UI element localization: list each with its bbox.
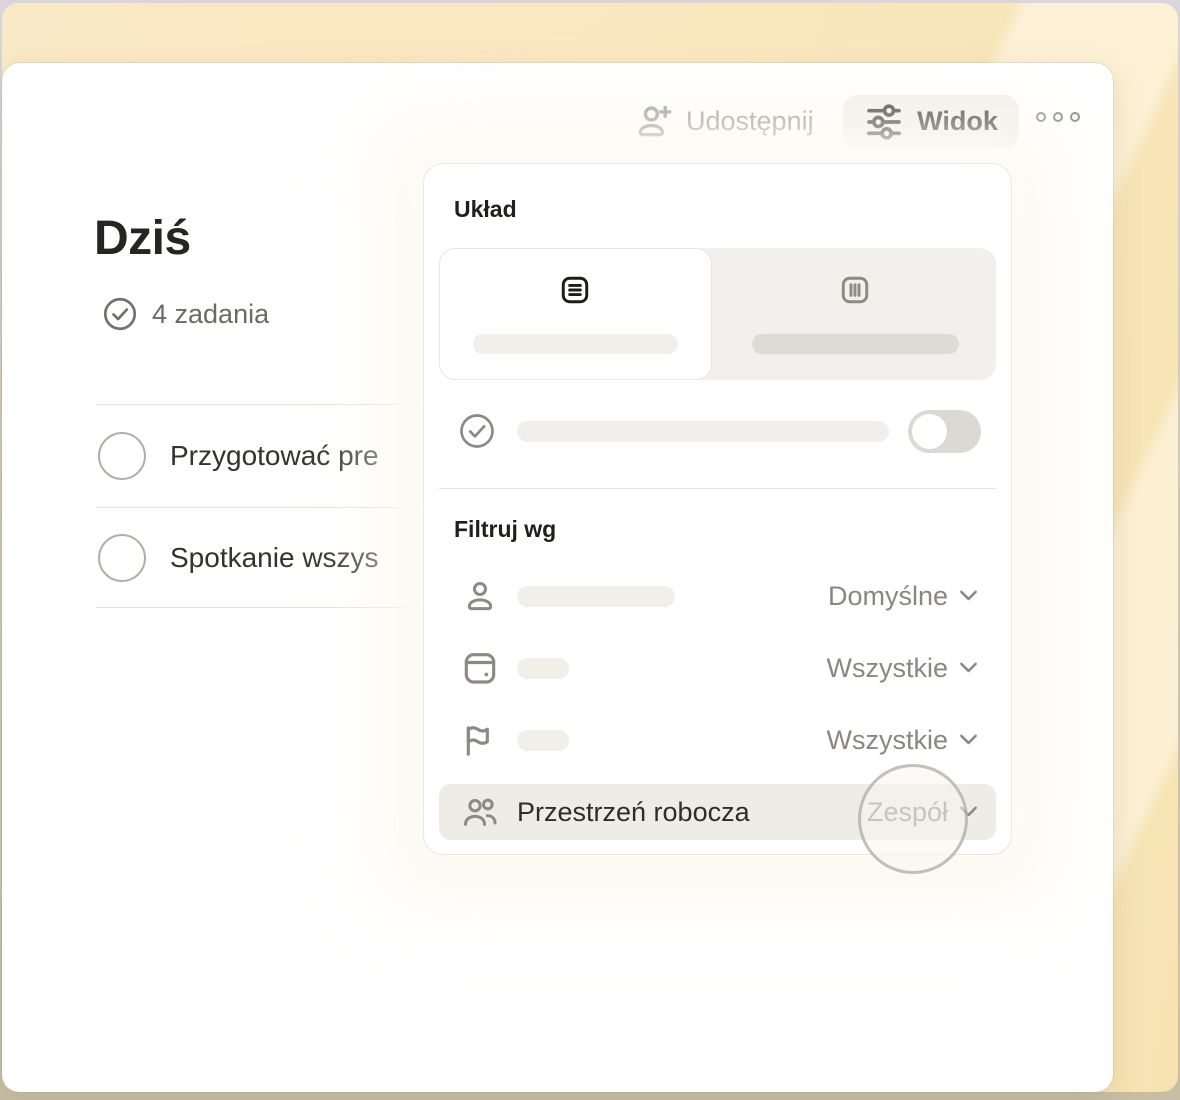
filter-dropdown[interactable]: Domyślne bbox=[828, 581, 978, 612]
share-label: Udostępnij bbox=[686, 105, 814, 136]
page-title: Dziś bbox=[94, 212, 191, 265]
filter-dropdown[interactable]: Wszystkie bbox=[827, 653, 979, 684]
task-count: 4 zadania bbox=[101, 295, 269, 333]
filter-label-placeholder-bar bbox=[517, 657, 569, 679]
board-option-placeholder-bar bbox=[752, 334, 959, 354]
person-icon bbox=[460, 576, 500, 616]
layout-heading: Układ bbox=[454, 196, 517, 222]
popup-divider bbox=[439, 488, 996, 489]
switch-knob bbox=[912, 414, 947, 449]
filter-value: Domyślne bbox=[827, 580, 948, 611]
ellipsis-icon bbox=[1053, 112, 1063, 122]
task-count-label: 4 zadania bbox=[152, 298, 270, 329]
toggle-switch-off[interactable] bbox=[908, 410, 981, 453]
filter-row-assignee[interactable]: Domyślne bbox=[439, 560, 996, 632]
layout-option-board[interactable] bbox=[712, 248, 996, 380]
filter-heading: Filtruj wg bbox=[454, 516, 557, 542]
ellipsis-icon bbox=[1070, 112, 1080, 122]
list-divider bbox=[96, 607, 428, 608]
chevron-down-icon bbox=[959, 662, 978, 674]
chevron-down-icon bbox=[959, 734, 978, 746]
chevron-down-icon bbox=[959, 590, 978, 602]
task-label[interactable]: Przygotować pre bbox=[170, 440, 429, 472]
filter-dropdown[interactable]: Wszystkie bbox=[827, 725, 979, 756]
users-icon bbox=[460, 792, 500, 832]
list-divider bbox=[96, 404, 428, 405]
click-indicator bbox=[858, 764, 968, 874]
view-button[interactable]: Widok bbox=[843, 95, 1019, 148]
share-button[interactable]: Udostępnij bbox=[633, 100, 814, 142]
filter-value: Wszystkie bbox=[826, 652, 949, 683]
check-circle-icon bbox=[457, 411, 497, 451]
layout-option-list[interactable] bbox=[439, 248, 712, 380]
calendar-icon bbox=[460, 648, 500, 688]
list-layout-icon bbox=[559, 274, 591, 306]
main-card: Udostępnij Widok Dziś 4 zadania Przygoto… bbox=[2, 63, 1113, 1092]
task-label[interactable]: Spotkanie wszys bbox=[170, 542, 429, 574]
task-checkbox[interactable] bbox=[98, 432, 146, 480]
check-circle-icon bbox=[101, 295, 139, 333]
toggle-placeholder-bar bbox=[517, 421, 889, 442]
more-options-button[interactable] bbox=[1036, 112, 1080, 122]
filter-label-placeholder-bar bbox=[517, 729, 569, 751]
view-options-popup: Układ Filtruj wg Domyślne Wszystkie Wszy… bbox=[423, 163, 1012, 874]
list-option-placeholder-bar bbox=[473, 334, 678, 354]
flag-icon bbox=[460, 720, 500, 760]
filter-label-placeholder-bar bbox=[517, 585, 675, 607]
ellipsis-icon bbox=[1036, 112, 1046, 122]
sliders-icon bbox=[864, 102, 904, 142]
filter-value: Wszystkie bbox=[826, 724, 949, 755]
task-checkbox[interactable] bbox=[98, 534, 146, 582]
layout-segmented-control bbox=[439, 248, 996, 380]
board-layout-icon bbox=[839, 274, 871, 306]
view-label: Widok bbox=[917, 106, 998, 136]
person-plus-icon bbox=[633, 100, 675, 142]
filter-row-date[interactable]: Wszystkie bbox=[439, 632, 996, 704]
filter-label: Przestrzeń robocza bbox=[517, 796, 750, 827]
list-divider bbox=[96, 507, 428, 508]
